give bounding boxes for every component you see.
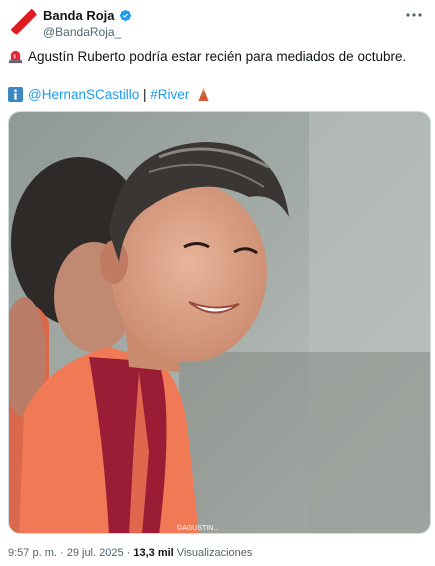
siren-icon bbox=[8, 50, 23, 64]
post-date[interactable]: 29 jul. 2025 bbox=[67, 547, 124, 559]
display-name[interactable]: Banda Roja bbox=[43, 8, 115, 23]
avatar-logo-stripe bbox=[8, 6, 38, 36]
post-photo[interactable]: ©AGUSTIN... bbox=[8, 111, 431, 534]
views-label: Visualizaciones bbox=[173, 547, 253, 559]
photo-image: ©AGUSTIN... bbox=[9, 112, 430, 533]
post-meta: 9:57 p. m. · 29 jul. 2025 · 13,3 mil Vis… bbox=[8, 547, 252, 559]
account-handle[interactable]: @BandaRoja_ bbox=[43, 25, 121, 39]
post-text: Agustín Ruberto podría estar recién para… bbox=[28, 49, 407, 64]
name-row: Banda Roja bbox=[43, 8, 132, 23]
meta-dot: · bbox=[56, 547, 67, 559]
verified-badge-icon bbox=[119, 9, 131, 22]
avatar[interactable] bbox=[8, 6, 38, 36]
post-header: Banda Roja @BandaRoja_ bbox=[8, 6, 428, 42]
separator-text: | bbox=[139, 87, 151, 102]
more-options-icon[interactable] bbox=[404, 6, 424, 24]
ellipsis-icon bbox=[406, 13, 422, 17]
info-icon bbox=[8, 87, 23, 102]
meta-dot-2: · bbox=[123, 547, 134, 559]
views-count: 13,3 mil bbox=[133, 547, 174, 559]
post-text-line-1: Agustín Ruberto podría estar recién para… bbox=[8, 48, 406, 66]
hashtag-link[interactable]: #River bbox=[150, 87, 189, 102]
post-time[interactable]: 9:57 p. m. bbox=[8, 547, 57, 559]
mention-link[interactable]: @HernanSCastillo bbox=[28, 87, 139, 102]
volcano-icon bbox=[198, 87, 209, 102]
post-text-line-2: @HernanSCastillo | #River bbox=[8, 86, 215, 104]
photo-watermark: ©AGUSTIN... bbox=[177, 524, 219, 532]
